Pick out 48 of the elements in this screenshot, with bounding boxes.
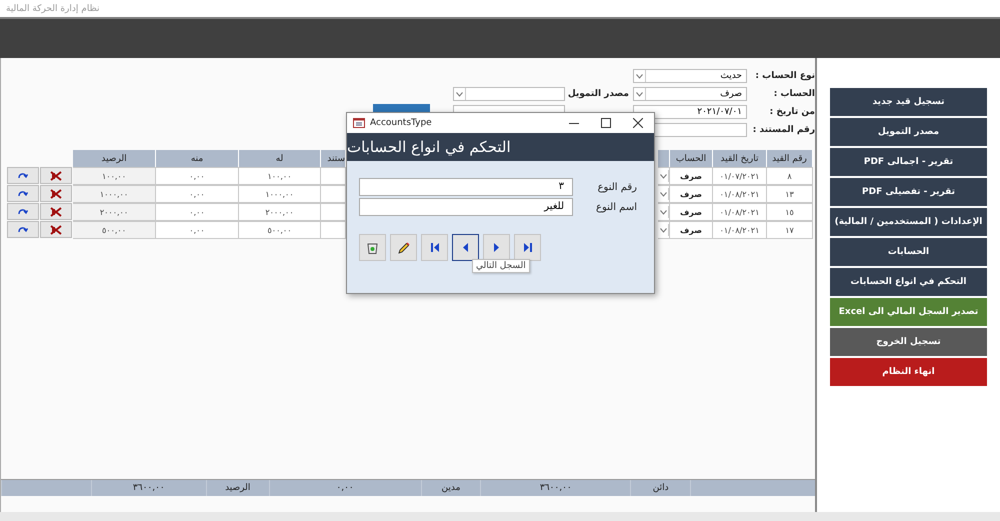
dialog-header: التحكم في انواع الحسابات <box>347 133 654 161</box>
debit-cell: ٠,٠٠ <box>156 221 239 239</box>
total-value: ٣٦٠٠,٠٠ <box>480 480 630 496</box>
column-header: ستند <box>321 150 346 167</box>
column-header: الرصيد <box>73 150 156 167</box>
column-header: منه <box>156 150 239 167</box>
column-header: تاريخ القيد <box>713 150 767 167</box>
total-label: دائن <box>630 480 690 496</box>
debit-cell: ٠,٠٠ <box>156 185 239 203</box>
date-cell: ٠١/٠٧/٢٠٢١ <box>713 167 767 185</box>
entry-number-cell: ١٧ <box>767 221 813 239</box>
total-value: ٣٦٠٠,٠٠ <box>90 480 206 496</box>
total-value: ٠,٠٠ <box>268 480 420 496</box>
account-type-label: نوع الحساب : <box>754 71 815 81</box>
credit-cell: ١٠٠,٠٠ <box>239 167 321 185</box>
dialog-title: AccountsType <box>370 118 432 128</box>
balance-cell: ٥٠٠,٠٠ <box>73 221 156 239</box>
funding-source-label: مصدر التمويل <box>566 89 629 99</box>
total-label: الرصيد <box>206 480 269 496</box>
account-label: الحساب : <box>772 89 815 99</box>
credit-cell: ٢٠٠٠,٠٠ <box>239 203 321 221</box>
date-cell: ٠١/٠٨/٢٠٢١ <box>713 221 767 239</box>
window-title: نظام إدارة الحركة المالية <box>6 4 100 14</box>
document-number-label: رقم المستند : <box>752 125 815 135</box>
debit-cell: ٠,٠٠ <box>156 167 239 185</box>
account-cell: صرف <box>670 221 713 239</box>
date-cell: ٠١/٠٨/٢٠٢١ <box>713 203 767 221</box>
entry-number-cell: ١٥ <box>767 203 813 221</box>
field-label: اسم النوع <box>595 202 637 212</box>
account-cell: صرف <box>670 203 713 221</box>
credit-cell: ٥٠٠,٠٠ <box>239 221 321 239</box>
account-cell: صرف <box>670 185 713 203</box>
column-header: له <box>239 150 321 167</box>
field-label: رقم النوع <box>596 182 637 192</box>
column-header: رقم القيد <box>767 150 813 167</box>
debit-cell: ٠,٠٠ <box>156 203 239 221</box>
column-header: الحساب <box>670 150 713 167</box>
date-cell: ٠١/٠٨/٢٠٢١ <box>713 185 767 203</box>
balance-cell: ١٠٠,٠٠ <box>73 167 156 185</box>
tooltip: السجل التالي <box>472 259 530 273</box>
balance-cell: ١٠٠٠,٠٠ <box>73 185 156 203</box>
balance-cell: ٢٠٠٠,٠٠ <box>73 203 156 221</box>
entry-number-cell: ١٣ <box>767 185 813 203</box>
total-label: مدين <box>420 480 480 496</box>
credit-cell: ١٠٠٠,٠٠ <box>239 185 321 203</box>
from-date-label: من تاريخ : <box>768 107 815 117</box>
entry-number-cell: ٨ <box>767 167 813 185</box>
account-cell: صرف <box>670 167 713 185</box>
